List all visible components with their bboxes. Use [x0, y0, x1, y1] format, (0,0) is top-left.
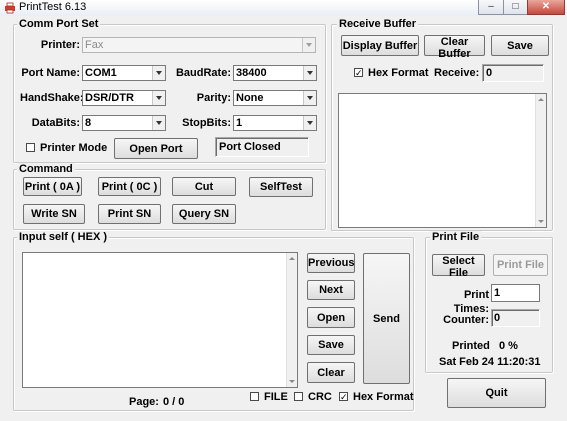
window-title: PrintTest 6.13	[19, 1, 87, 13]
minimize-button[interactable]: –	[478, 0, 504, 15]
print-0a-button[interactable]: Print ( 0A )	[23, 177, 82, 196]
next-button[interactable]: Next	[307, 280, 355, 300]
baud-rate-label: BaudRate:	[175, 67, 231, 79]
open-port-button[interactable]: Open Port	[114, 138, 198, 159]
printer-mode-label: Printer Mode	[40, 142, 108, 154]
comm-port-title: Comm Port Set	[17, 18, 101, 30]
printer-select-value: Fax	[85, 39, 104, 51]
parity-select[interactable]: None	[233, 90, 317, 106]
receive-hex-format-checkbox[interactable]: ✓	[354, 68, 363, 78]
file-label: FILE	[264, 391, 288, 403]
input-self-scrollbar[interactable]	[286, 253, 297, 387]
baud-rate-value: 38400	[236, 67, 267, 79]
chevron-down-icon	[152, 66, 165, 80]
scroll-down-icon[interactable]	[287, 375, 297, 387]
command-title: Command	[17, 163, 75, 175]
scroll-up-icon[interactable]	[536, 94, 546, 106]
printed-percent: 0 %	[499, 340, 518, 352]
scroll-down-icon[interactable]	[536, 215, 546, 227]
print-file-button[interactable]: Print File	[493, 254, 548, 276]
counter-label: Counter:	[443, 314, 489, 326]
chevron-down-icon	[302, 38, 315, 52]
printer-select[interactable]: Fax	[82, 37, 316, 53]
open-button[interactable]: Open	[307, 307, 355, 328]
stopbits-label: StopBits:	[182, 117, 231, 129]
databits-value: 8	[85, 117, 92, 129]
datetime-display: Sat Feb 24 11:20:31	[439, 356, 541, 368]
chevron-down-icon	[303, 91, 316, 105]
parity-label: Parity:	[196, 92, 231, 104]
parity-value: None	[236, 92, 264, 104]
crc-checkbox[interactable]	[294, 392, 303, 401]
clear-button[interactable]: Clear	[307, 362, 355, 383]
clear-buffer-button[interactable]: Clear Buffer	[424, 35, 485, 60]
selftest-button[interactable]: SelfTest	[249, 177, 313, 197]
printer-mode-checkbox[interactable]	[26, 143, 35, 152]
receive-save-button[interactable]: Save	[491, 35, 549, 56]
send-button[interactable]: Send	[363, 253, 410, 384]
chevron-down-icon	[152, 116, 165, 130]
handshake-select[interactable]: DSR/DTR	[82, 90, 166, 106]
display-buffer-button[interactable]: Display Buffer	[341, 35, 419, 56]
receive-label: Receive:	[434, 67, 480, 79]
handshake-value: DSR/DTR	[85, 92, 134, 104]
input-self-title: Input self ( HEX )	[17, 231, 109, 243]
port-status-display: Port Closed	[215, 137, 309, 157]
previous-button[interactable]: Previous	[307, 253, 355, 273]
print-file-title: Print File	[430, 231, 482, 243]
page-value: 0 / 0	[163, 396, 185, 408]
printed-label: Printed	[452, 340, 490, 352]
handshake-label: HandShake:	[20, 92, 84, 104]
receive-buffer-scrollbar[interactable]	[535, 94, 546, 227]
stopbits-select[interactable]: 1	[233, 115, 317, 131]
maximize-button[interactable]: □	[503, 0, 528, 15]
write-sn-button[interactable]: Write SN	[23, 204, 85, 224]
print-times-input[interactable]: 1	[491, 284, 540, 302]
close-button[interactable]: ✕	[527, 0, 565, 15]
chevron-down-icon	[303, 116, 316, 130]
stopbits-value: 1	[236, 117, 243, 129]
input-save-button[interactable]: Save	[307, 335, 355, 355]
receive-buffer-title: Receive Buffer	[337, 18, 419, 30]
receive-buffer-textarea[interactable]	[338, 93, 547, 228]
counter-display: 0	[491, 309, 540, 327]
input-self-textarea[interactable]	[22, 252, 298, 388]
printer-app-icon	[5, 2, 15, 14]
chevron-down-icon	[303, 66, 316, 80]
chevron-down-icon	[152, 91, 165, 105]
scroll-up-icon[interactable]	[287, 253, 297, 265]
crc-label: CRC	[308, 391, 332, 403]
file-checkbox[interactable]	[250, 392, 259, 401]
quit-button[interactable]: Quit	[447, 378, 546, 408]
receive-hex-format-label: Hex Format	[368, 67, 429, 79]
port-name-select[interactable]: COM1	[82, 65, 166, 81]
input-hex-format-checkbox[interactable]: ✓	[339, 392, 348, 402]
port-name-label: Port Name:	[21, 67, 80, 79]
databits-select[interactable]: 8	[82, 115, 166, 131]
receive-count-display: 0	[482, 64, 544, 82]
query-sn-button[interactable]: Query SN	[172, 204, 236, 224]
databits-label: DataBits:	[31, 117, 80, 129]
select-file-button[interactable]: Select File	[432, 254, 485, 279]
baud-rate-select[interactable]: 38400	[233, 65, 317, 81]
print-times-label: Print Times:	[453, 289, 489, 315]
port-name-value: COM1	[85, 67, 117, 79]
printer-label: Printer:	[40, 39, 80, 51]
page-label: Page:	[129, 396, 159, 408]
print-sn-button[interactable]: Print SN	[98, 204, 161, 224]
cut-button[interactable]: Cut	[172, 177, 236, 196]
input-hex-format-label: Hex Format	[353, 391, 414, 403]
print-0c-button[interactable]: Print ( 0C )	[98, 177, 161, 196]
